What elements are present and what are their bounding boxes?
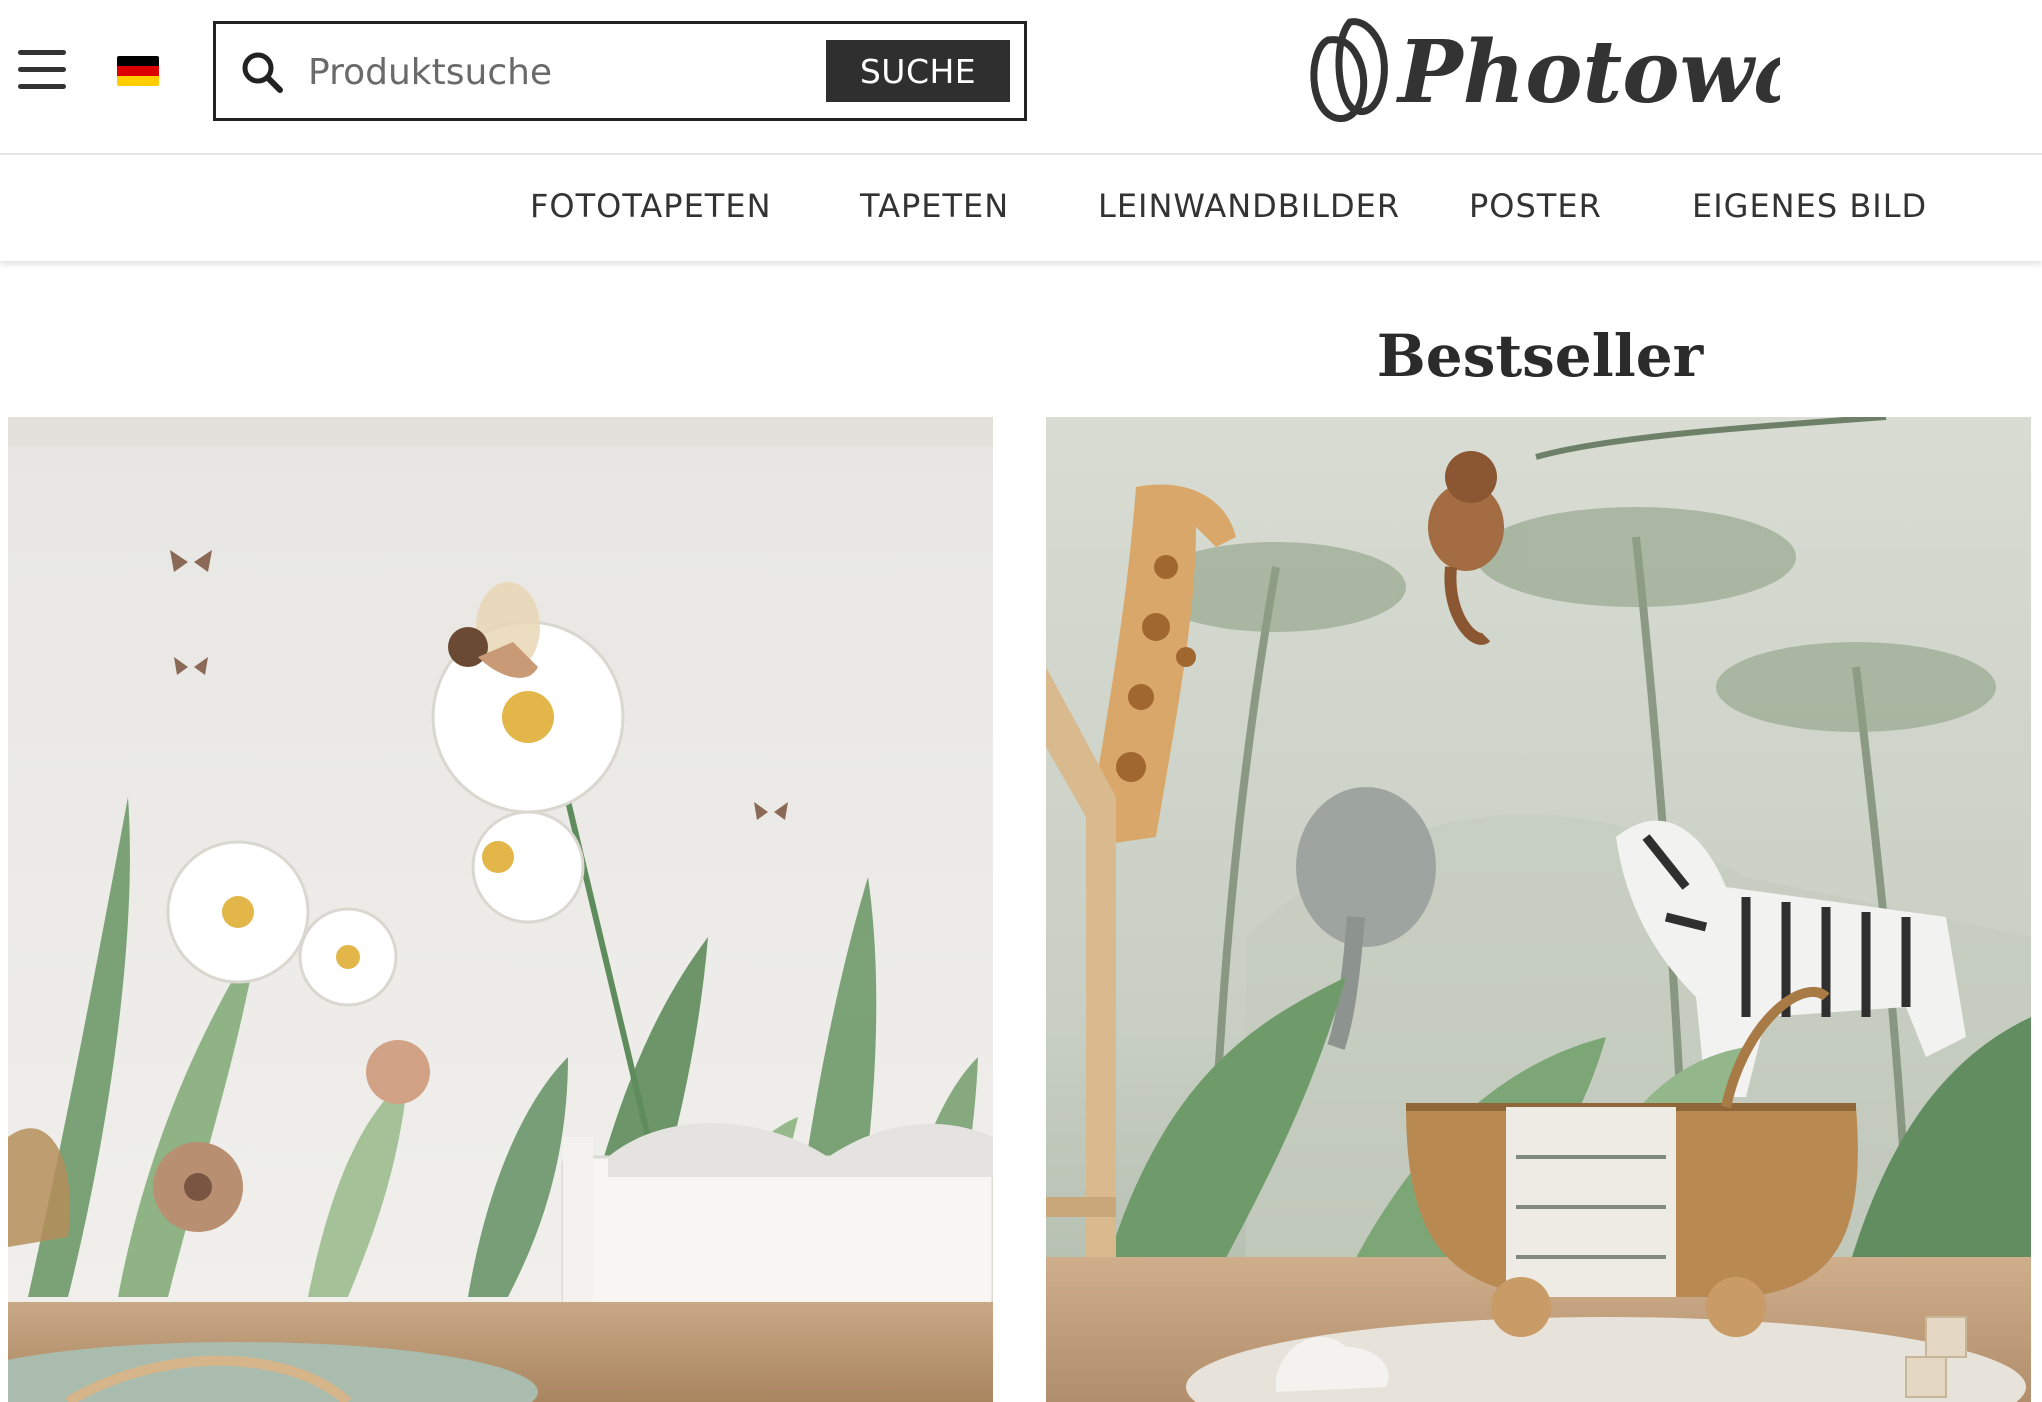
- nav-item-tapeten[interactable]: TAPETEN: [860, 187, 1009, 225]
- product-card-floral-meadow[interactable]: [8, 417, 993, 1402]
- nav-item-fototapeten[interactable]: FOTOTAPETEN: [530, 187, 772, 225]
- search-bar: SUCHE: [213, 21, 1027, 121]
- hamburger-menu-icon[interactable]: [18, 50, 66, 90]
- logo-text: Photowall: [1395, 22, 1780, 123]
- nav-item-eigenes-bild[interactable]: EIGENES BILD: [1692, 187, 1927, 225]
- product-card-jungle-animals[interactable]: [1046, 417, 2031, 1402]
- search-button[interactable]: SUCHE: [826, 40, 1010, 102]
- search-icon[interactable]: [240, 50, 284, 94]
- main-navigation: FOTOTAPETEN TAPETEN LEINWANDBILDER POSTE…: [0, 157, 2042, 261]
- nav-item-poster[interactable]: POSTER: [1469, 187, 1602, 225]
- product-image-floral-meadow: [8, 417, 993, 1402]
- top-header: SUCHE Photowall: [0, 0, 2042, 155]
- germany-flag-icon[interactable]: [117, 56, 159, 86]
- section-title: Bestseller: [1376, 322, 1704, 390]
- search-input[interactable]: [308, 46, 808, 98]
- photowall-logo[interactable]: Photowall: [1300, 10, 1780, 130]
- nav-item-leinwandbilder[interactable]: LEINWANDBILDER: [1098, 187, 1400, 225]
- product-image-jungle-animals: [1046, 417, 2031, 1402]
